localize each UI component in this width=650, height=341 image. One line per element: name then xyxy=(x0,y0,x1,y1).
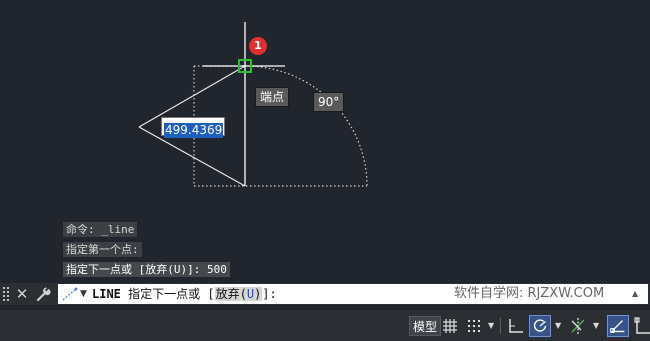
snap-dropdown-icon[interactable]: ▼ xyxy=(488,319,494,333)
divider xyxy=(500,318,501,334)
command-keyword: LINE xyxy=(92,287,121,301)
ortho-icon[interactable] xyxy=(505,315,527,337)
polar-tracking-arc xyxy=(244,65,368,187)
undo-option[interactable]: 放弃(U) xyxy=(214,287,263,301)
history-line: 指定第一个点: xyxy=(63,242,142,257)
snap-tooltip: 端点 xyxy=(255,87,290,107)
object-snap-icon[interactable] xyxy=(607,315,629,337)
command-prompt: LINE 指定下一点或 [放弃(U)]: xyxy=(92,284,277,304)
drawing-geometry xyxy=(138,22,368,187)
command-line-icon[interactable] xyxy=(62,287,78,301)
snap-icon[interactable] xyxy=(463,315,485,337)
grip-handle[interactable] xyxy=(3,287,10,301)
command-input[interactable]: ▼ LINE 指定下一点或 [放弃(U)]: 软件自学网: RJZXW.COM … xyxy=(58,284,648,304)
prompt-suffix: ]: xyxy=(262,287,277,301)
tracking-dropdown-icon[interactable]: ▼ xyxy=(593,319,599,333)
status-bar: 模型 ▼ ▼ ▼ xyxy=(0,310,650,341)
polar-dropdown-icon[interactable]: ▼ xyxy=(555,319,561,333)
object-snap-tracking-icon[interactable] xyxy=(567,315,589,337)
history-dropdown-icon[interactable]: ▲ xyxy=(632,284,638,304)
grid-icon[interactable] xyxy=(439,315,461,337)
angle-tooltip: 90° xyxy=(313,92,345,112)
polar-tracking-icon[interactable] xyxy=(529,315,551,337)
model-space-button[interactable]: 模型 xyxy=(409,316,442,336)
history-line: 指定下一点或 [放弃(U)]: 500 xyxy=(63,262,230,277)
isometric-drafting-icon[interactable] xyxy=(631,315,650,337)
length-input[interactable]: 499.4369 xyxy=(161,117,225,138)
history-line: 命令: _line xyxy=(63,222,138,237)
prompt-prefix: 指定下一点或 [ xyxy=(128,287,215,301)
chevron-down-icon[interactable]: ▼ xyxy=(80,284,87,304)
command-line-bar: ✕ ▼ LINE 指定下一点或 [放弃(U)]: 软件自学网: RJZXW.CO… xyxy=(0,283,650,305)
close-icon[interactable]: ✕ xyxy=(14,284,30,304)
watermark: 软件自学网: RJZXW.COM xyxy=(454,286,605,301)
wrench-icon[interactable] xyxy=(35,286,51,302)
length-input-value: 499.4369 xyxy=(164,123,224,138)
drawing-canvas[interactable]: 1 端点 90° 499.4369 命令: _line 指定第一个点: 指定下一… xyxy=(0,0,650,283)
step-badge: 1 xyxy=(249,37,267,55)
